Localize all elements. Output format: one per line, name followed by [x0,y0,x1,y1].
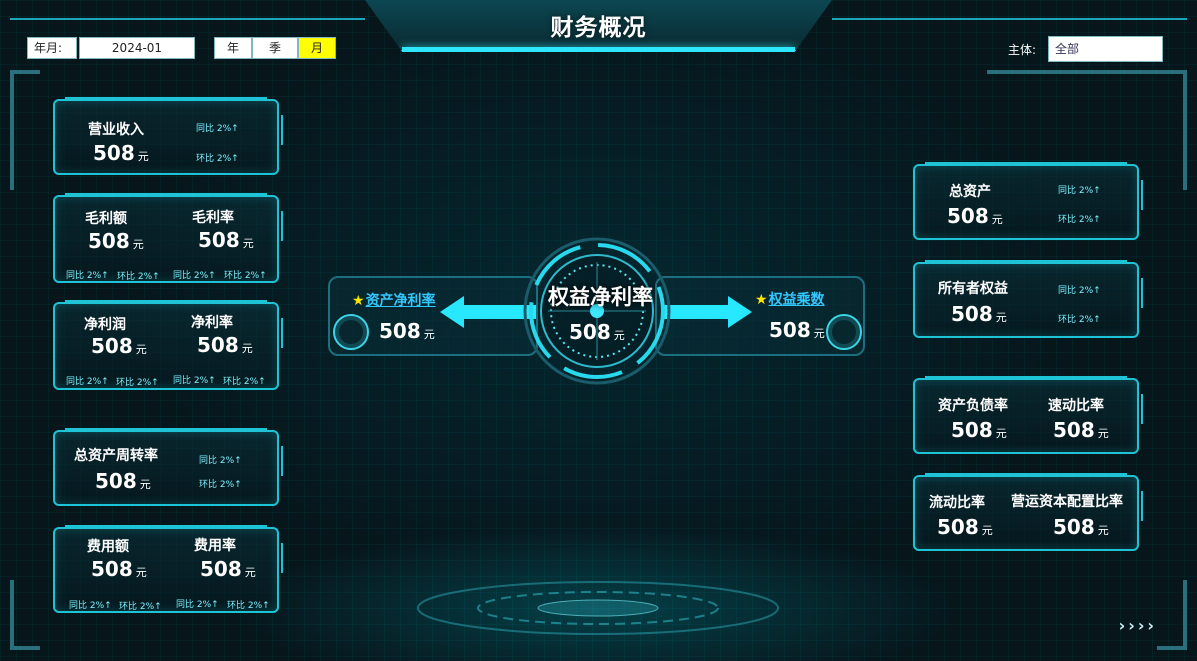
more-chevrons-icon[interactable]: ›››› [1119,616,1157,635]
equity-mom: 环比 2%↑ [1058,315,1101,325]
gross-amount-yoy: 同比 2%↑ [66,271,109,281]
equity-multiplier-value: 508 元 [769,318,825,342]
net-rate-yoy: 同比 2%↑ [173,376,216,386]
turnover-label: 总资产周转率 [74,448,158,464]
total-assets-value: 508 元 [947,204,1003,228]
card-turnover: 总资产周转率 508 元 同比 2%↑ 环比 2%↑ [53,428,283,506]
right-ring-icon [826,314,862,350]
current-ratio-value: 508 元 [937,515,993,539]
gross-amount-label: 毛利额 [85,211,127,227]
frame-corner-br [1157,580,1187,650]
net-rate-value: 508 元 [197,333,253,357]
gross-amount-mom: 环比 2%↑ [117,272,160,282]
card-total-assets: 总资产 508 元 同比 2%↑ 环比 2%↑ [913,162,1143,240]
net-profit-yoy: 同比 2%↑ [66,377,109,387]
net-profit-value: 508 元 [91,334,147,358]
working-capital-ratio-value: 508 元 [1053,515,1109,539]
card-debt: 资产负债率 速动比率 508 元 508 元 [913,376,1143,454]
arrow-right-icon [662,296,752,328]
current-ratio-label: 流动比率 [929,495,985,511]
total-assets-label: 总资产 [949,184,991,200]
card-liquidity: 流动比率 营运资本配置比率 508 元 508 元 [913,473,1143,551]
card-gross: 毛利额 毛利率 508 元 508 元 同比 2%↑ 环比 2%↑ 同比 2%↑ 环… [53,193,283,283]
total-assets-yoy: 同比 2%↑ [1058,186,1101,196]
turnover-value: 508 元 [95,469,151,493]
gross-amount-value: 508 元 [88,229,144,253]
frame-corner-bl [10,580,40,650]
gross-rate-label: 毛利率 [192,210,234,226]
card-expense: 费用额 费用率 508 元 508 元 同比 2%↑ 环比 2%↑ 同比 2%↑ 环… [53,525,283,613]
center-dial [523,237,671,385]
header-line-left [10,18,365,20]
year-month-label: 年月: [27,37,77,59]
expense-amount-value: 508 元 [91,557,147,581]
roa-link[interactable]: ★资产净利率 [352,290,436,310]
page-title: 财务概况 [550,15,647,41]
left-ring-icon [333,314,369,350]
entity-select[interactable]: 全部 [1048,36,1163,62]
net-profit-mom: 环比 2%↑ [116,378,159,388]
equity-label: 所有者权益 [938,281,1008,297]
net-rate-mom: 环比 2%↑ [223,377,266,387]
gross-rate-mom: 环比 2%↑ [224,271,267,281]
total-assets-mom: 环比 2%↑ [1058,215,1101,225]
card-equity: 所有者权益 508 元 同比 2%↑ 环比 2%↑ [913,260,1143,338]
net-profit-label: 净利润 [84,317,126,333]
turnover-yoy: 同比 2%↑ [199,456,242,466]
star-icon: ★ [755,292,768,308]
platform-decoration [417,581,779,635]
entity-label: 主体: [1008,43,1037,57]
debt-ratio-value: 508 元 [951,418,1007,442]
roa-value: 508 元 [379,319,435,343]
expense-rate-label: 费用率 [194,538,236,554]
net-rate-label: 净利率 [191,315,233,331]
equity-yoy: 同比 2%↑ [1058,286,1101,296]
revenue-value: 508 元 [93,141,149,165]
working-capital-ratio-label: 营运资本配置比率 [1011,494,1123,510]
quick-ratio-value: 508 元 [1053,418,1109,442]
equity-multiplier-link[interactable]: ★权益乘数 [755,289,825,309]
center-main-label: 权益净利率 [548,285,653,309]
expense-rate-mom: 环比 2%↑ [227,601,270,611]
revenue-mom: 环比 2%↑ [196,154,239,164]
expense-amount-label: 费用额 [87,539,129,555]
year-month-input[interactable]: 2024-01 [79,37,195,59]
expense-rate-yoy: 同比 2%↑ [176,600,219,610]
quick-ratio-label: 速动比率 [1048,398,1104,414]
card-revenue: 营业收入 508 元 同比 2%↑ 环比 2%↑ [53,97,283,175]
tab-month[interactable]: 月 [298,37,336,59]
revenue-yoy: 同比 2%↑ [196,124,239,134]
center-main-value: 508 元 [569,320,625,344]
equity-value: 508 元 [951,302,1007,326]
tab-year[interactable]: 年 [214,37,252,59]
star-icon: ★ [352,293,365,309]
expense-amount-yoy: 同比 2%↑ [69,601,112,611]
header-line-right [832,18,1187,20]
expense-rate-value: 508 元 [200,557,256,581]
expense-amount-mom: 环比 2%↑ [119,602,162,612]
frame-corner-tl [10,70,40,190]
gross-rate-value: 508 元 [198,228,254,252]
gross-rate-yoy: 同比 2%↑ [173,271,216,281]
tab-quarter[interactable]: 季 [252,37,298,59]
revenue-label: 营业收入 [88,122,144,138]
card-net: 净利润 净利率 508 元 508 元 同比 2%↑ 环比 2%↑ 同比 2%↑ 环… [53,300,283,390]
turnover-mom: 环比 2%↑ [199,480,242,490]
debt-ratio-label: 资产负债率 [938,398,1008,414]
